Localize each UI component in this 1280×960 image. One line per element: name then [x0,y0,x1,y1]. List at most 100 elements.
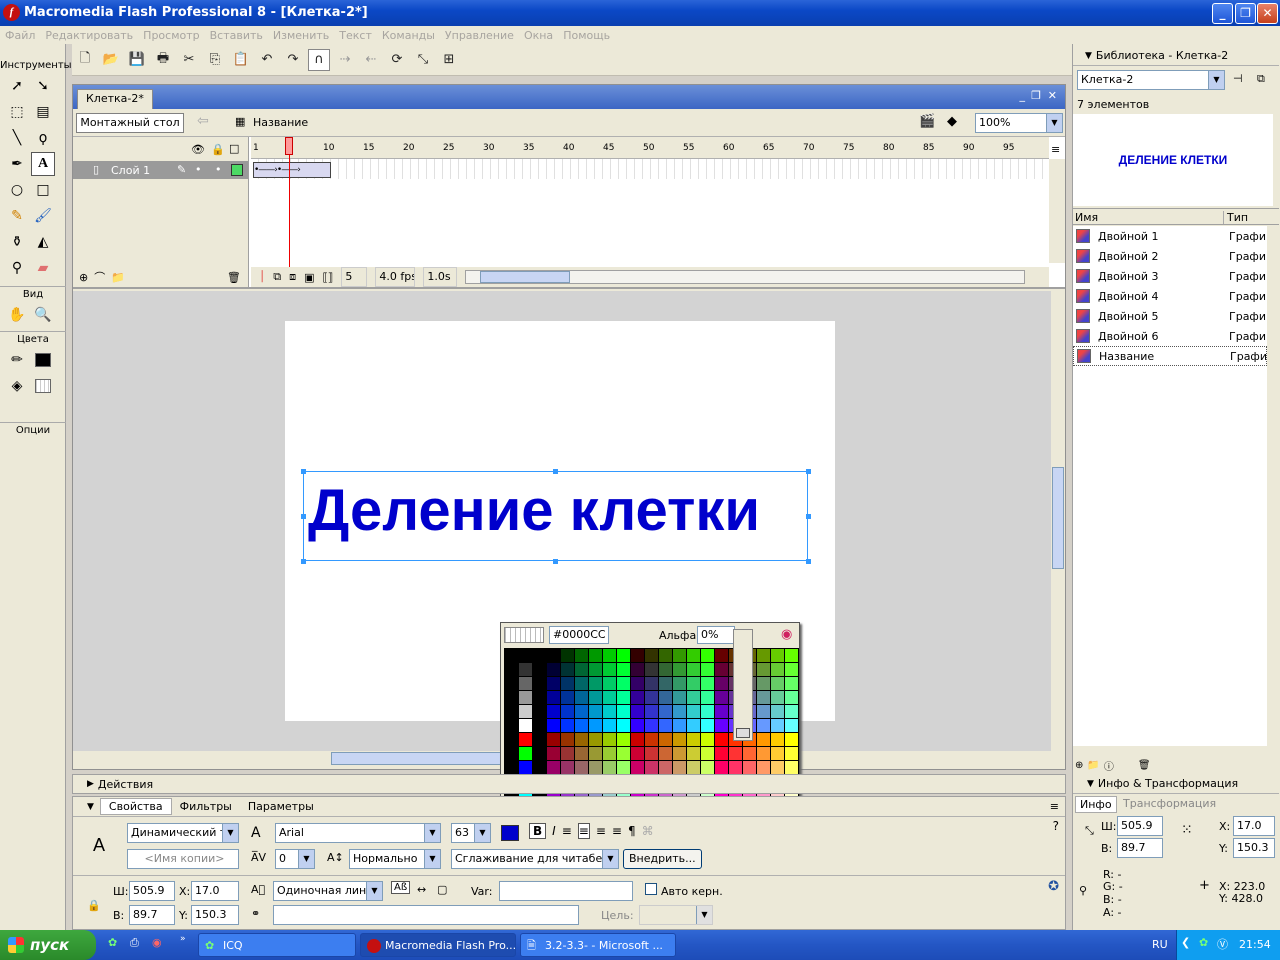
minimize-button[interactable]: _ [1212,3,1233,24]
handle[interactable] [806,469,811,474]
color-swatch[interactable] [784,760,799,775]
color-swatch[interactable] [546,718,561,733]
x-input[interactable]: 17.0 [191,881,239,901]
color-swatch[interactable] [714,662,729,677]
paragraph-icon[interactable]: ¶ [628,824,636,838]
color-swatch[interactable] [602,718,617,733]
color-swatch[interactable] [672,690,687,705]
color-swatch[interactable] [630,746,645,761]
lock-proportions-icon[interactable]: 🔒 [87,899,101,912]
eye-icon[interactable]: 👁 [191,143,205,156]
color-swatch[interactable] [770,676,785,691]
menu-text[interactable]: Текст [339,29,372,42]
color-swatch[interactable] [532,746,547,761]
stage-title-text[interactable]: Деление клетки [303,471,808,561]
lasso-tool-icon[interactable]: ϙ [31,126,55,150]
color-swatch[interactable] [518,732,533,747]
color-swatch[interactable] [644,662,659,677]
alpha-input[interactable]: 0% [697,626,735,644]
handle[interactable] [553,469,558,474]
no-color-icon[interactable] [504,627,544,643]
close-button[interactable]: ✕ [1257,3,1278,24]
tab-filters[interactable]: Фильтры [172,799,240,814]
color-swatch[interactable] [504,662,519,677]
lock-icon[interactable]: 🔒 [211,143,225,156]
color-swatch[interactable] [756,676,771,691]
new-folder-icon[interactable]: 📁 [1087,760,1099,771]
color-swatch[interactable] [518,676,533,691]
pencil-tool-icon[interactable]: ✎ [5,204,29,228]
menu-file[interactable]: Файл [5,29,35,42]
color-swatch[interactable] [756,760,771,775]
color-swatch[interactable] [728,746,743,761]
align-left-icon[interactable]: ≡ [562,824,572,838]
color-swatch[interactable] [644,732,659,747]
color-swatch[interactable] [616,648,631,663]
color-swatch[interactable] [714,760,729,775]
target-select[interactable]: ▼ [639,905,713,925]
color-swatch[interactable] [658,648,673,663]
text-type-select[interactable]: Динамический те ▼ [127,823,239,843]
stroke-color-icon[interactable]: ✏ [5,348,29,372]
color-swatch[interactable] [574,662,589,677]
color-swatch[interactable] [672,746,687,761]
library-vscroll[interactable] [1267,226,1279,746]
center-frame-icon[interactable]: ⏐ [259,270,265,284]
menu-window[interactable]: Окна [524,29,553,42]
color-swatch[interactable] [560,662,575,677]
subselect-tool-icon[interactable]: ➘ [31,74,55,98]
color-swatch[interactable] [602,746,617,761]
color-swatch[interactable] [616,662,631,677]
color-swatch[interactable] [546,648,561,663]
color-swatch[interactable] [588,718,603,733]
color-swatch[interactable] [658,718,673,733]
free-transform-icon[interactable]: ⬚ [5,100,29,124]
color-swatch[interactable] [602,760,617,775]
info-width[interactable]: 505.9 [1117,816,1163,836]
restore-button[interactable]: ❐ [1235,3,1256,24]
color-swatch[interactable] [574,704,589,719]
color-swatch[interactable] [686,732,701,747]
delete-icon[interactable]: 🗑 [1138,760,1151,771]
rotate-icon[interactable]: ⟳ [386,49,408,71]
color-swatch[interactable] [672,704,687,719]
color-swatch[interactable] [616,676,631,691]
color-swatch[interactable] [630,676,645,691]
color-swatch[interactable] [518,690,533,705]
task-icq[interactable]: ✿ ICQ [198,933,356,957]
color-swatch[interactable] [574,718,589,733]
save-icon[interactable]: 💾 [126,49,148,71]
color-swatch[interactable] [756,732,771,747]
color-swatch[interactable] [532,704,547,719]
tracking-input[interactable]: 0 ▼ [275,849,315,869]
color-swatch[interactable] [714,732,729,747]
color-swatch[interactable] [700,760,715,775]
color-swatch[interactable] [644,746,659,761]
menu-help[interactable]: Помощь [563,29,610,42]
color-swatch[interactable] [630,732,645,747]
new-library-icon[interactable]: ⧉ [1257,72,1265,86]
embed-button[interactable]: Внедрить... [623,849,702,869]
eraser-icon[interactable]: ▰ [31,256,55,280]
handle[interactable] [301,514,306,519]
outline-color-swatch[interactable] [231,164,243,176]
handle[interactable] [806,559,811,564]
color-swatch[interactable] [658,746,673,761]
antialias-select[interactable]: Сглаживание для читабельн ▼ [451,849,619,869]
color-swatch[interactable] [770,760,785,775]
info-y[interactable]: 150.3 [1233,838,1275,858]
align-justify-icon[interactable]: ≡ [612,824,622,838]
menu-modify[interactable]: Изменить [273,29,329,42]
library-item[interactable]: Двойной 6 Графи [1073,326,1267,346]
height-input[interactable]: 89.7 [129,905,175,925]
color-swatch[interactable] [644,676,659,691]
color-swatch[interactable] [700,704,715,719]
open-file-icon[interactable]: 📂 [100,49,122,71]
oval-tool-icon[interactable]: ○ [5,178,29,202]
color-swatch[interactable] [630,704,645,719]
color-swatch[interactable] [658,662,673,677]
color-swatch[interactable] [672,732,687,747]
line-type-select[interactable]: Одиночная линия ▼ [273,881,383,901]
text-tool-icon[interactable]: A [31,152,55,176]
library-item[interactable]: Двойной 2 Графи [1073,246,1267,266]
